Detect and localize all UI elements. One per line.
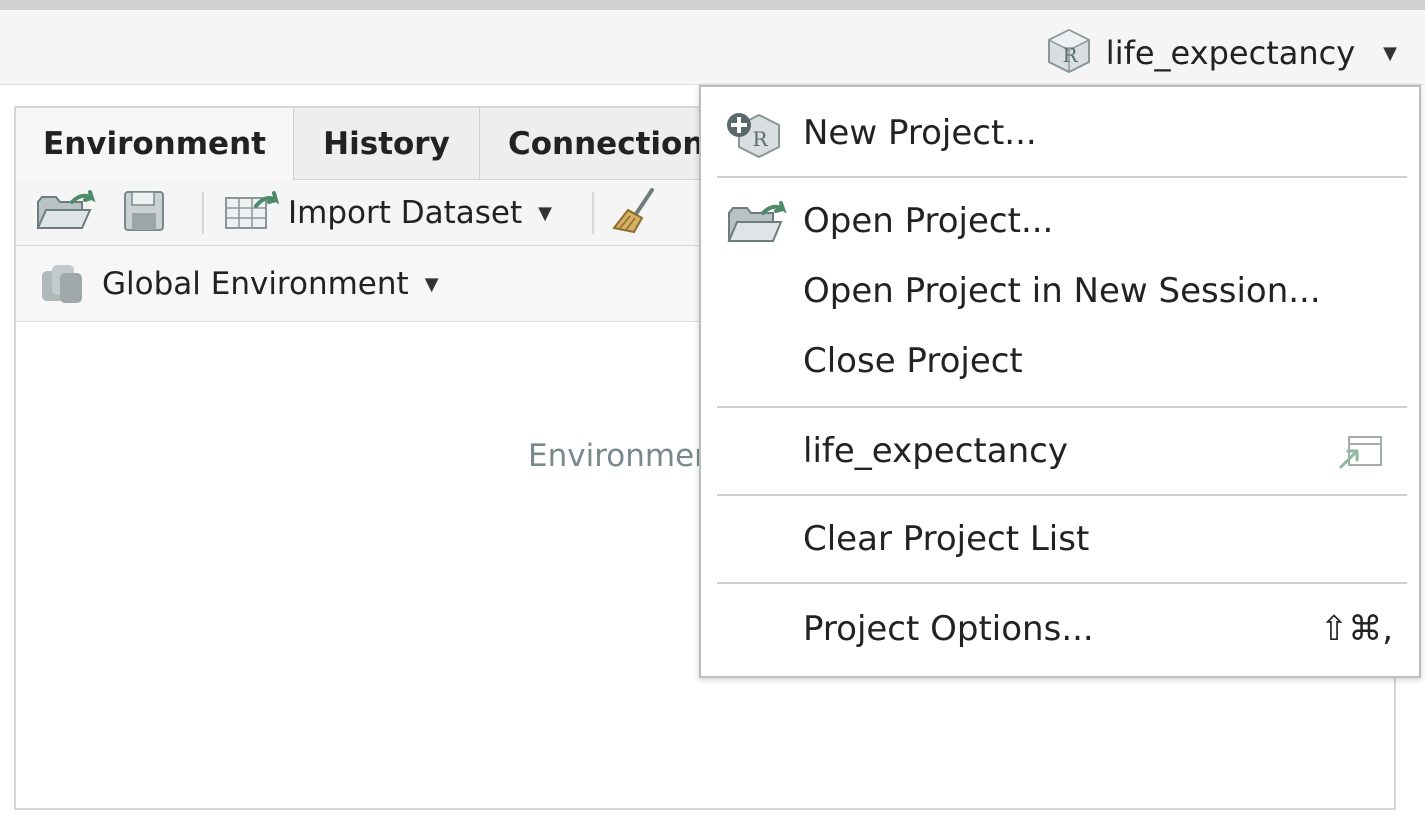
menu-item-recent-project[interactable]: life_expectancy [701, 421, 1419, 485]
project-name: life_expectancy [1105, 34, 1356, 72]
save-icon [122, 188, 166, 238]
keyboard-shortcut: ⇧⌘, [1319, 609, 1393, 649]
broom-icon [610, 188, 660, 238]
menu-item-label: life_expectancy [803, 431, 1068, 471]
open-folder-icon [34, 188, 98, 238]
import-dataset-button[interactable]: Import Dataset ▼ [222, 190, 552, 236]
menu-item-new-project[interactable]: R New Project... [701, 103, 1419, 167]
caret-down-icon: ▼ [538, 202, 552, 224]
environment-selector-label: Global Environment [102, 266, 409, 302]
menu-item-label: Open Project... [803, 201, 1054, 241]
menu-separator [717, 494, 1407, 496]
svg-text:R: R [752, 127, 768, 151]
project-dropdown-menu: R New Project... Open Project... Open Pr… [699, 85, 1421, 678]
import-dataset-label: Import Dataset [288, 195, 523, 231]
window-top-edge [0, 0, 1425, 10]
menu-item-project-options[interactable]: Project Options... ⇧⌘, [701, 599, 1419, 663]
menu-item-label: Open Project in New Session... [803, 271, 1321, 311]
import-dataset-icon [222, 188, 282, 238]
r-project-icon: R [1046, 28, 1092, 78]
menu-item-label: Close Project [803, 341, 1023, 381]
tab-history[interactable]: History [294, 108, 480, 180]
menu-item-label: Project Options... [803, 609, 1094, 649]
menu-item-open-project-new-session[interactable]: Open Project in New Session... [701, 261, 1419, 325]
menu-item-clear-project-list[interactable]: Clear Project List [701, 509, 1419, 573]
menu-separator [717, 406, 1407, 408]
open-button[interactable] [34, 190, 98, 236]
open-folder-icon [725, 197, 789, 251]
menu-separator [717, 176, 1407, 178]
clear-workspace-button[interactable] [610, 188, 660, 238]
new-project-icon: R [725, 109, 785, 165]
caret-down-icon: ▼ [1383, 42, 1397, 64]
project-menu-button[interactable]: R life_expectancy ▼ [1046, 28, 1397, 78]
menu-item-label: New Project... [803, 113, 1037, 153]
environment-selector[interactable]: Global Environment ▼ [38, 260, 439, 308]
save-workspace-button[interactable] [122, 190, 166, 236]
open-in-new-session-icon[interactable] [1337, 433, 1385, 475]
menu-item-label: Clear Project List [803, 519, 1090, 559]
environment-stack-icon [38, 259, 86, 309]
toolbar-separator [592, 192, 594, 234]
menu-item-close-project[interactable]: Close Project [701, 331, 1419, 395]
menu-separator [717, 582, 1407, 584]
svg-text:R: R [1062, 43, 1078, 67]
toolbar-separator [202, 192, 204, 234]
menu-item-open-project[interactable]: Open Project... [701, 191, 1419, 255]
top-toolbar: R life_expectancy ▼ [0, 10, 1425, 85]
caret-down-icon: ▼ [424, 273, 439, 295]
tab-environment[interactable]: Environment [16, 108, 294, 181]
